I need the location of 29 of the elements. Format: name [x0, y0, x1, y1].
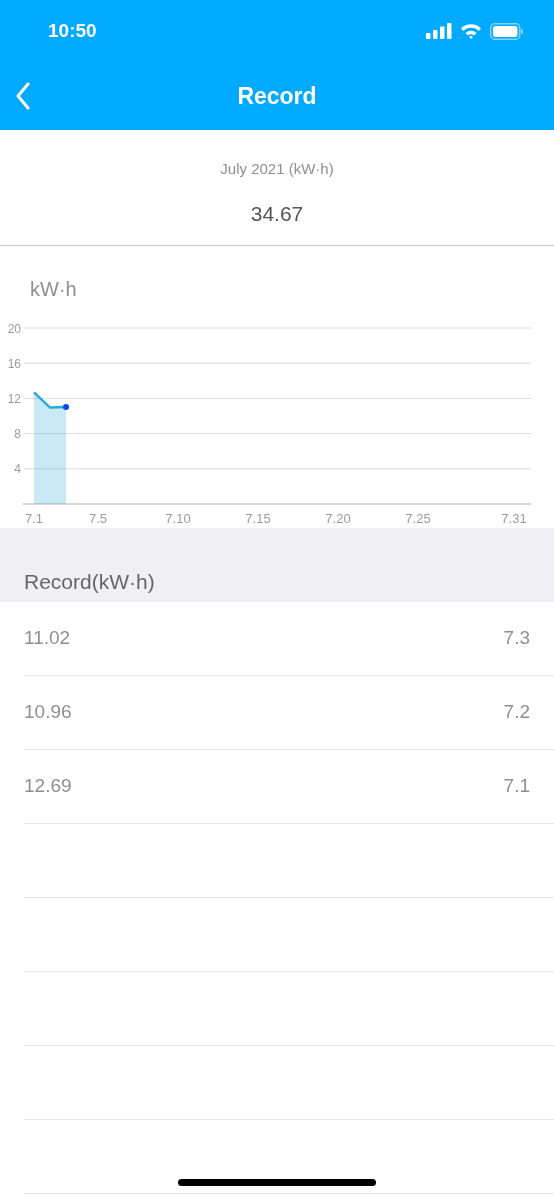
record-date: 7.2 [503, 700, 530, 725]
page-title: Record [237, 81, 317, 111]
record-date: 7.3 [503, 626, 530, 651]
x-tick-label: 7.15 [245, 511, 271, 526]
record-date: 7.1 [503, 774, 530, 799]
y-tick-label: 12 [7, 391, 21, 406]
x-tick-label: 7.31 [501, 511, 527, 526]
period-label: July 2021 (kW·h) [220, 159, 334, 179]
x-tick-label: 7.5 [88, 511, 108, 526]
wifi-icon [460, 23, 482, 39]
battery-icon [490, 22, 524, 40]
axis-unit-label: kW·h [30, 277, 77, 302]
chevron-left-icon [15, 82, 31, 110]
data-point [63, 404, 69, 410]
section-title: Record(kW·h) [24, 569, 155, 595]
total-value: 34.67 [250, 200, 304, 227]
y-tick-label: 16 [7, 356, 21, 371]
signal-icon [426, 23, 452, 39]
y-tick-label: 4 [14, 462, 21, 477]
record-value: 10.96 [24, 700, 72, 725]
x-tick-label: 7.1 [24, 511, 44, 526]
record-value: 12.69 [24, 774, 72, 799]
x-tick-label: 7.25 [405, 511, 431, 526]
record-value: 11.02 [24, 626, 71, 651]
y-tick-label: 8 [14, 427, 21, 442]
status-time: 10:50 [48, 18, 97, 43]
x-tick-label: 7.20 [325, 511, 351, 526]
y-tick-label: 20 [7, 321, 21, 336]
x-tick-label: 7.10 [165, 511, 191, 526]
